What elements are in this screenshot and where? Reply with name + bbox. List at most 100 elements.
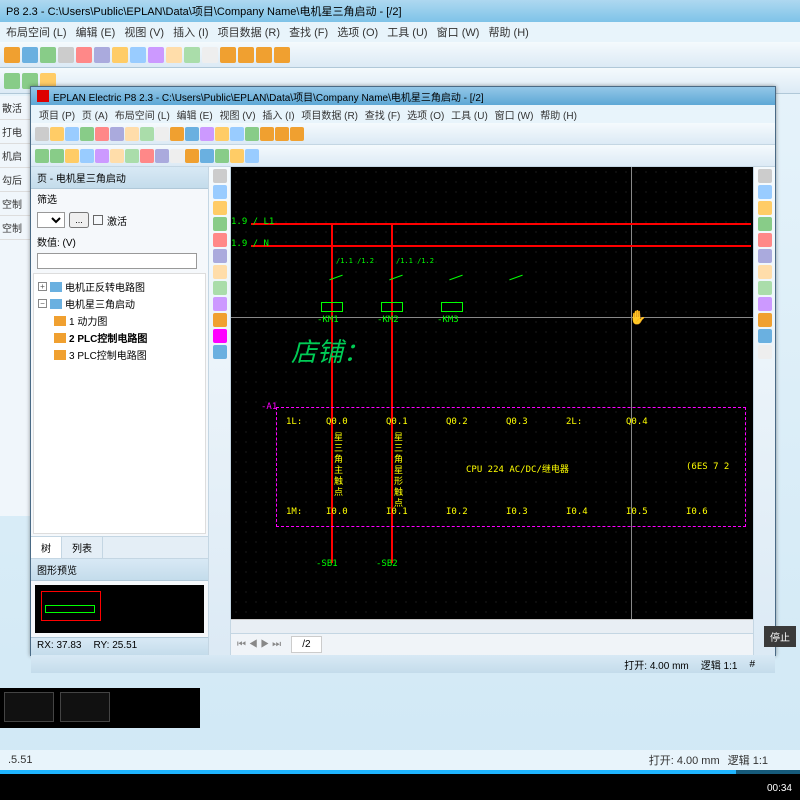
video-controls[interactable]: 00:34 — [0, 770, 800, 800]
tb-icon[interactable] — [245, 149, 259, 163]
tool-icon[interactable] — [758, 233, 772, 247]
tb-icon[interactable] — [95, 127, 109, 141]
tool-icon[interactable] — [213, 233, 227, 247]
outer-menu-bar[interactable]: 布局空间 (L) 编辑 (E) 视图 (V) 插入 (I) 项目数据 (R) 查… — [0, 22, 800, 42]
menu-help[interactable]: 帮助 (H) — [540, 111, 577, 122]
tb-icon[interactable] — [170, 149, 184, 163]
tool-icon[interactable] — [758, 185, 772, 199]
tb-icon[interactable] — [185, 149, 199, 163]
menu-options[interactable]: 选项 (O) — [407, 111, 444, 122]
tb-icon[interactable] — [110, 149, 124, 163]
inner-toolbar-2[interactable] — [31, 145, 775, 167]
tool-icon[interactable] — [213, 201, 227, 215]
tb-icon[interactable] — [260, 127, 274, 141]
tool-icon[interactable] — [213, 249, 227, 263]
toolbar-icon[interactable] — [256, 47, 272, 63]
toolbar-icon[interactable] — [148, 47, 164, 63]
tool-icon[interactable] — [213, 313, 227, 327]
tb-icon[interactable] — [245, 127, 259, 141]
tab-tree[interactable]: 树 — [31, 537, 62, 558]
menu-insert[interactable]: 插入 (I) — [173, 27, 208, 39]
menu-layout[interactable]: 布局空间 (L) — [115, 111, 170, 122]
menu-edit[interactable]: 编辑 (E) — [76, 27, 116, 39]
tool-icon[interactable] — [758, 249, 772, 263]
menu-help[interactable]: 帮助 (H) — [488, 27, 528, 39]
value-input[interactable] — [37, 253, 197, 269]
tb-icon[interactable] — [200, 127, 214, 141]
toolbar-icon[interactable] — [58, 47, 74, 63]
toolbar-icon[interactable] — [202, 47, 218, 63]
toolbar-icon[interactable] — [130, 47, 146, 63]
tool-icon[interactable] — [213, 185, 227, 199]
tool-icon[interactable] — [213, 265, 227, 279]
filter-more-button[interactable]: ... — [69, 212, 89, 228]
tb-icon[interactable] — [65, 127, 79, 141]
tool-icon[interactable] — [213, 329, 227, 343]
menu-window[interactable]: 窗口 (W) — [437, 27, 480, 39]
toolbar-icon[interactable] — [4, 73, 20, 89]
navigator-tabs[interactable]: 树 列表 — [31, 536, 208, 558]
tree-node[interactable]: +电机正反转电路图 — [38, 278, 201, 295]
menu-project[interactable]: 项目 (P) — [39, 111, 75, 122]
tb-icon[interactable] — [35, 127, 49, 141]
tool-icon[interactable] — [213, 217, 227, 231]
menu-page[interactable]: 页 (A) — [82, 111, 108, 122]
inner-toolbar-1[interactable] — [31, 123, 775, 145]
menu-window[interactable]: 窗口 (W) — [495, 111, 534, 122]
outer-toolbar-1[interactable] — [0, 42, 800, 68]
tool-icon[interactable] — [213, 281, 227, 295]
tb-icon[interactable] — [125, 149, 139, 163]
tb-icon[interactable] — [200, 149, 214, 163]
tool-icon[interactable] — [758, 201, 772, 215]
page-tree[interactable]: +电机正反转电路图 −电机星三角启动 1 动力图 2 PLC控制电路图 3 PL… — [33, 273, 206, 534]
toolbar-icon[interactable] — [4, 47, 20, 63]
tb-icon[interactable] — [275, 127, 289, 141]
toolbar-icon[interactable] — [76, 47, 92, 63]
toolbar-icon[interactable] — [40, 47, 56, 63]
toolbar-icon[interactable] — [184, 47, 200, 63]
menu-options[interactable]: 选项 (O) — [337, 27, 378, 39]
tb-icon[interactable] — [140, 127, 154, 141]
menu-layout[interactable]: 布局空间 (L) — [6, 27, 67, 39]
toolbar-icon[interactable] — [22, 47, 38, 63]
tb-icon[interactable] — [50, 149, 64, 163]
inner-menu-bar[interactable]: 项目 (P) 页 (A) 布局空间 (L) 编辑 (E) 视图 (V) 插入 (… — [31, 105, 775, 123]
tool-icon[interactable] — [758, 265, 772, 279]
tb-icon[interactable] — [155, 127, 169, 141]
tree-node[interactable]: −电机星三角启动 — [38, 295, 201, 312]
menu-find[interactable]: 查找 (F) — [289, 27, 328, 39]
tree-node[interactable]: 1 动力图 — [38, 312, 201, 329]
video-progress[interactable] — [0, 770, 800, 774]
canvas-tabs[interactable]: ⏮ ◀ ▶ ⏭ /2 — [231, 633, 753, 655]
toolbar-icon[interactable] — [274, 47, 290, 63]
right-toolbox[interactable] — [753, 167, 775, 655]
stop-button[interactable]: 停止 — [764, 626, 796, 647]
tool-icon[interactable] — [758, 297, 772, 311]
tool-icon[interactable] — [758, 345, 772, 359]
tb-icon[interactable] — [140, 149, 154, 163]
tb-icon[interactable] — [80, 149, 94, 163]
menu-edit[interactable]: 编辑 (E) — [177, 111, 213, 122]
tab-nav-arrows[interactable]: ⏮ ◀ ▶ ⏭ — [231, 639, 287, 650]
tb-icon[interactable] — [95, 149, 109, 163]
tb-icon[interactable] — [65, 149, 79, 163]
tb-icon[interactable] — [125, 127, 139, 141]
tb-icon[interactable] — [110, 127, 124, 141]
tool-icon[interactable] — [758, 281, 772, 295]
tb-icon[interactable] — [80, 127, 94, 141]
tool-icon[interactable] — [213, 345, 227, 359]
left-toolbox[interactable] — [209, 167, 231, 655]
thumb[interactable] — [4, 692, 54, 722]
tool-icon[interactable] — [758, 217, 772, 231]
menu-projectdata[interactable]: 项目数据 (R) — [218, 27, 280, 39]
toolbar-icon[interactable] — [112, 47, 128, 63]
tb-icon[interactable] — [230, 127, 244, 141]
activate-checkbox[interactable] — [93, 215, 103, 225]
hscrollbar[interactable] — [231, 619, 753, 633]
tool-icon[interactable] — [758, 169, 772, 183]
tool-icon[interactable] — [758, 313, 772, 327]
tool-icon[interactable] — [213, 169, 227, 183]
toolbar-icon[interactable] — [166, 47, 182, 63]
filter-select[interactable] — [37, 212, 65, 228]
tree-node[interactable]: 3 PLC控制电路图 — [38, 346, 201, 363]
